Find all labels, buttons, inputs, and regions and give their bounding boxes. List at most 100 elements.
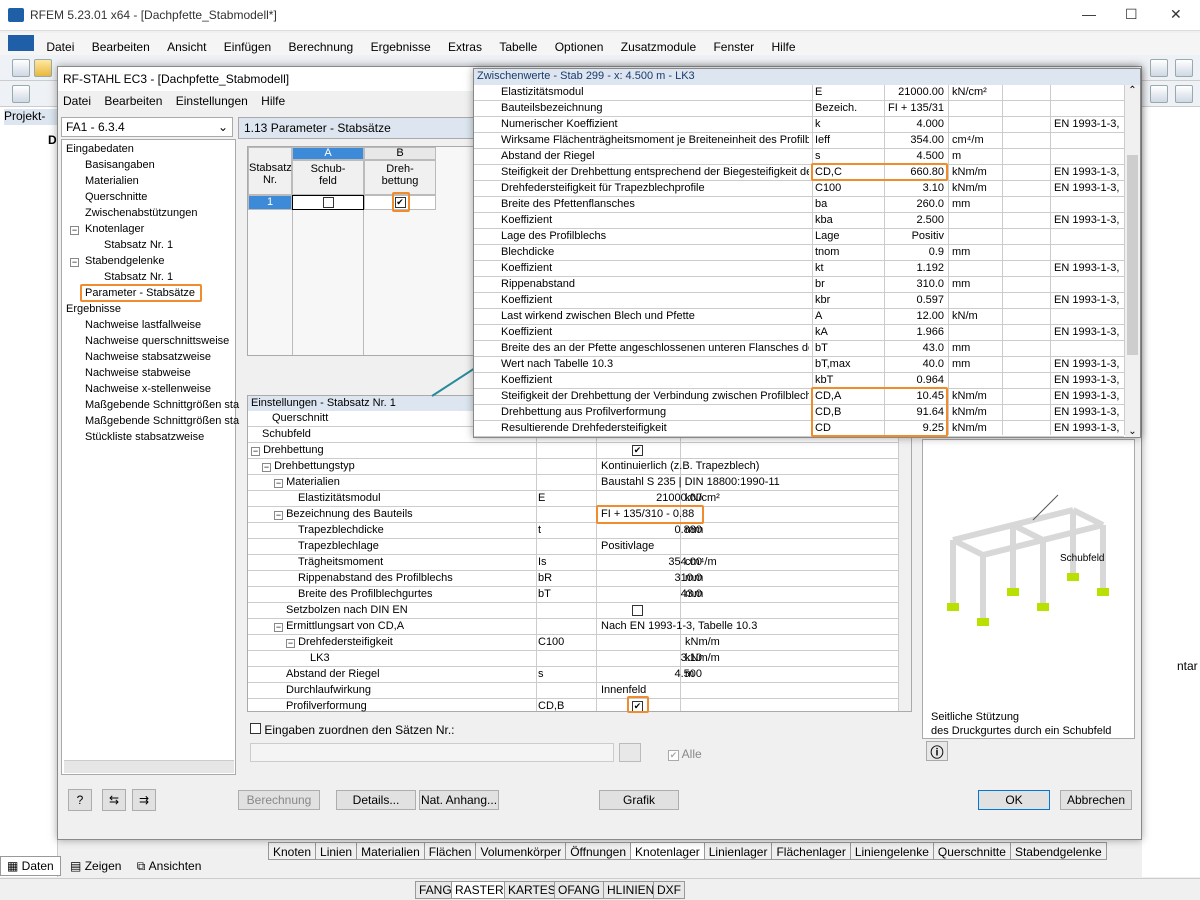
tab-linien[interactable]: Linien [315,842,358,860]
settings-row[interactable]: LK3 3.10 kNm/m [248,651,898,667]
popup-row[interactable]: Numerischer Koeffizient k 4.000 EN 1993-1-3… [474,117,1124,133]
tree-item-stabendgelenke-stabsatz[interactable]: Stabsatz Nr. 1 [104,271,173,283]
settings-row[interactable]: Abstand der Riegel s 4.500 m [248,667,898,683]
status-dxf[interactable]: DXF [653,881,685,899]
settings-row[interactable]: Durchlaufwirkung Innenfeld [248,683,898,699]
tree-result-lastfallweise[interactable]: Nachweise lastfallweise [85,319,201,331]
collapse-icon[interactable]: − [262,463,271,472]
grid-col-b[interactable]: B [364,147,436,160]
menu-optionen[interactable]: Optionen [548,37,611,54]
menu-zusatzmodule[interactable]: Zusatzmodule [614,37,703,54]
tree-item-stabendgelenke[interactable]: Stabendgelenke [85,255,165,267]
dialog-menu-bearbeiten[interactable]: Bearbeiten [99,92,167,110]
settings-row[interactable]: Trapezblechlage Positivlage [248,539,898,555]
popup-row[interactable]: Drehfedersteifigkeit für Trapezblechprof… [474,181,1124,197]
popup-row[interactable]: Wirksame Flächenträgheitsmoment je Breit… [474,133,1124,149]
tree-item-knotenlager-stabsatz[interactable]: Stabsatz Nr. 1 [104,239,173,251]
collapse-icon[interactable]: − [70,258,79,267]
settings-row[interactable]: − Bezeichnung des Bauteils FI + 135/310 -… [248,507,898,523]
popup-scrollbar[interactable]: ⌃ ⌄ [1125,85,1140,437]
tree-result-stabweise[interactable]: Nachweise stabweise [85,367,191,379]
tree-result-querschnittsweise[interactable]: Nachweise querschnittsweise [85,335,229,347]
popup-row[interactable]: Steifigkeit der Drehbettung entsprechend… [474,165,1124,181]
grid-row-number[interactable]: 1 [248,195,292,210]
details-button[interactable]: Details... [336,790,416,810]
collapse-icon[interactable]: − [70,226,79,235]
menu-berechnung[interactable]: Berechnung [282,37,361,54]
popup-row[interactable]: Blechdicke tnom 0.9 mm [474,245,1124,261]
settings-scrollbar[interactable] [899,411,911,711]
tree-result-stabsatzweise[interactable]: Nachweise stabsatzweise [85,351,211,363]
nav-tab-zeigen[interactable]: ▤ Zeigen [64,857,127,875]
popup-row[interactable]: Koeffizient kba 2.500 EN 1993-1-3, [474,213,1124,229]
tree-result-x-stellenweise[interactable]: Nachweise x-stellenweise [85,383,211,395]
settings-row[interactable]: − Materialien Baustahl S 235 | DIN 18800:… [248,475,898,491]
toolbar-icon[interactable] [1175,85,1193,103]
status-kartes[interactable]: KARTES [504,881,560,899]
settings-row[interactable]: Setzbolzen nach DIN EN [248,603,898,619]
settings-row[interactable]: Breite des Profilblechgurtes bT 43.0 mm [248,587,898,603]
tree-result-schnittgroessen-1[interactable]: Maßgebende Schnittgrößen sta [85,399,239,411]
collapse-icon[interactable]: − [274,623,283,632]
help-icon[interactable]: ? [68,789,92,811]
settings-row[interactable]: Profilverformung CD,B ✔ [248,699,898,715]
national-annex-button[interactable]: Nat. Anhang... [419,790,499,810]
drehbettung-setting-checkbox[interactable]: ✔ [632,445,643,456]
tree-results-header[interactable]: Ergebnisse [66,303,121,315]
minimize-icon[interactable]: — [1082,6,1096,22]
chevron-down-icon[interactable]: ⌄ [1125,426,1140,437]
info-icon[interactable]: ⓘ [926,741,948,761]
popup-row[interactable]: Abstand der Riegel s 4.500 m [474,149,1124,165]
tab-linienlager[interactable]: Linienlager [703,842,773,860]
tab-knoten[interactable]: Knoten [268,842,317,860]
tree-scrollbar[interactable] [64,760,234,773]
import-icon[interactable]: ⇆ [102,789,126,811]
menu-ansicht[interactable]: Ansicht [160,37,213,54]
toolbar-icon[interactable] [1175,59,1193,77]
dialog-menu-datei[interactable]: Datei [58,92,96,110]
menu-hilfe[interactable]: Hilfe [765,37,803,54]
status-ofang[interactable]: OFANG [554,881,605,899]
popup-row[interactable]: Breite des Pfettenflansches ba 260.0 mm [474,197,1124,213]
collapse-icon[interactable]: − [251,447,260,456]
menu-datei[interactable]: Datei [39,37,81,54]
schubfeld-checkbox[interactable] [322,197,334,208]
settings-row[interactable]: − Drehbettung ✔ [248,443,898,459]
popup-row[interactable]: Koeffizient kt 1.192 EN 1993-1-3, [474,261,1124,277]
load-case-select[interactable]: FA1 - 6.3.4 ⌄ [61,117,233,137]
new-file-icon[interactable] [12,59,30,77]
popup-row[interactable]: Steifigkeit der Drehbettung der Verbindu… [474,389,1124,405]
toolbar-icon[interactable] [1150,85,1168,103]
scroll-thumb[interactable] [1127,155,1138,355]
popup-row[interactable]: Bauteilsbezeichnung Bezeich. FI + 135/31 [474,101,1124,117]
menu-ergebnisse[interactable]: Ergebnisse [364,37,438,54]
tab-flaechen[interactable]: Flächen [423,842,477,860]
popup-row[interactable]: Rippenabstand br 310.0 mm [474,277,1124,293]
chevron-up-icon[interactable]: ⌃ [1125,85,1140,96]
popup-row[interactable]: Breite des an der Pfette angeschlossenen… [474,341,1124,357]
status-hlinien[interactable]: HLINIEN [603,881,659,899]
status-raster[interactable]: RASTER [451,881,508,899]
settings-row[interactable]: Rippenabstand des Profilblechs bR 310.0 mm [248,571,898,587]
maximize-icon[interactable]: ☐ [1125,6,1138,23]
nav-tab-daten[interactable]: ▦ Daten [0,856,61,876]
tab-stabendgelenke[interactable]: Stabendgelenke [1009,842,1107,860]
tab-querschnitte[interactable]: Querschnitte [932,842,1011,860]
status-fang[interactable]: FANG [415,881,456,899]
collapse-icon[interactable]: − [286,639,295,648]
settings-row[interactable]: Trapezblechdicke t 0.880 mm [248,523,898,539]
nav-tab-ansichten[interactable]: ⧉ Ansichten [131,857,208,876]
popup-row[interactable]: Lage des Profilblechs Lage Positiv [474,229,1124,245]
tab-volumenkoerper[interactable]: Volumenkörper [475,842,567,860]
tab-liniengelenke[interactable]: Liniengelenke [849,842,934,860]
dialog-menu-hilfe[interactable]: Hilfe [256,92,290,110]
cancel-button[interactable]: Abbrechen [1060,790,1132,810]
navigator-root[interactable]: D [48,133,57,147]
assign-checkbox[interactable] [250,723,261,734]
menu-extras[interactable]: Extras [441,37,489,54]
tree-item-materialien[interactable]: Materialien [85,175,139,187]
all-checkbox[interactable]: ✔ [668,750,679,761]
tab-oeffnungen[interactable]: Öffnungen [565,842,632,860]
settings-row[interactable]: − Ermittlungsart von CD,A Nach EN 1993-1-… [248,619,898,635]
toolbar-icon[interactable] [1150,59,1168,77]
